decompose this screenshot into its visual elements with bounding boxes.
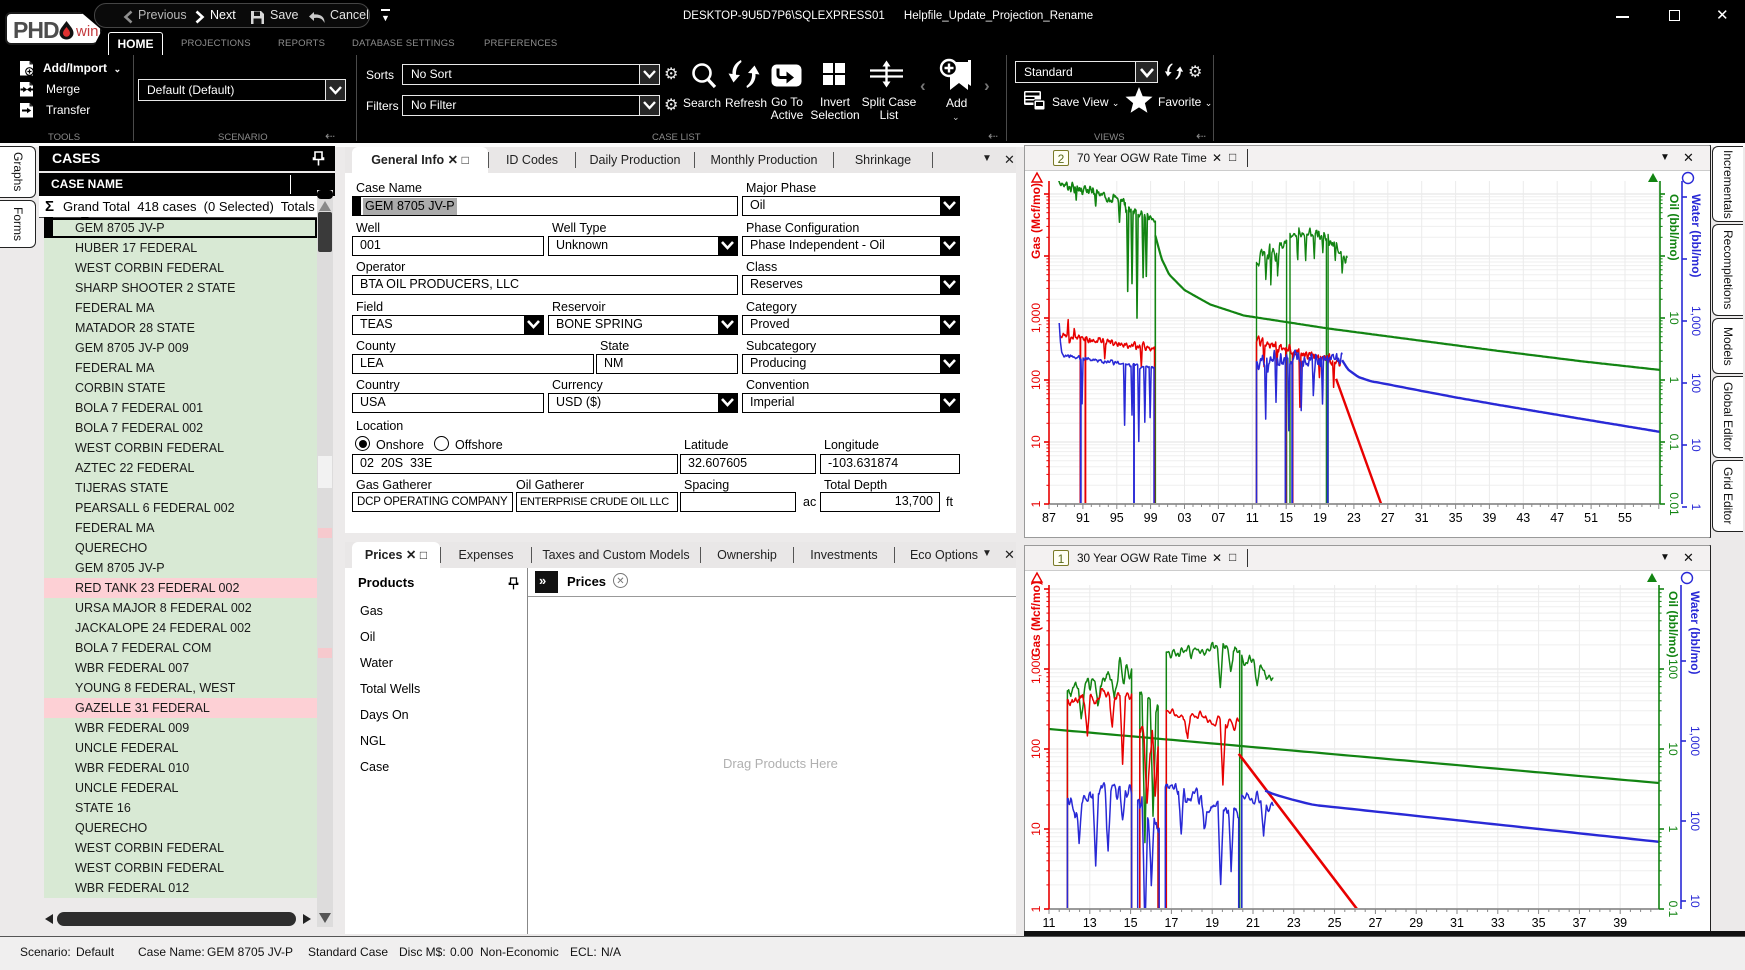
svg-text:35: 35 <box>1532 916 1546 930</box>
svg-text:47: 47 <box>1550 511 1564 525</box>
svg-text:0.01: 0.01 <box>1667 492 1681 516</box>
svg-text:100: 100 <box>1029 370 1043 390</box>
svg-text:1,000: 1,000 <box>1029 654 1043 684</box>
svg-text:21: 21 <box>1246 916 1260 930</box>
svg-text:13: 13 <box>1083 916 1097 930</box>
svg-text:Water (bbl/mo): Water (bbl/mo) <box>1688 591 1702 675</box>
svg-text:87: 87 <box>1042 511 1056 525</box>
svg-text:1,000: 1,000 <box>1029 303 1043 333</box>
svg-text:43: 43 <box>1516 511 1530 525</box>
svg-text:100: 100 <box>1029 739 1043 759</box>
svg-text:0.1: 0.1 <box>1666 901 1680 918</box>
svg-text:100: 100 <box>1666 659 1680 679</box>
svg-text:10: 10 <box>1689 438 1703 452</box>
svg-text:55: 55 <box>1618 511 1632 525</box>
svg-text:11: 11 <box>1043 916 1056 930</box>
svg-text:15: 15 <box>1279 511 1293 525</box>
svg-text:95: 95 <box>1110 511 1124 525</box>
svg-text:19: 19 <box>1313 511 1327 525</box>
svg-text:25: 25 <box>1328 916 1342 930</box>
svg-text:27: 27 <box>1381 511 1395 525</box>
svg-text:19: 19 <box>1205 916 1219 930</box>
svg-text:29: 29 <box>1409 916 1423 930</box>
svg-text:100: 100 <box>1688 811 1702 831</box>
svg-text:10: 10 <box>1029 435 1043 449</box>
svg-text:0.1: 0.1 <box>1667 434 1681 451</box>
svg-text:37: 37 <box>1572 916 1586 930</box>
svg-text:Gas (Mcf/mo): Gas (Mcf/mo) <box>1029 581 1043 657</box>
svg-text:33: 33 <box>1491 916 1505 930</box>
svg-text:Oil (bbl/mo): Oil (bbl/mo) <box>1667 194 1681 261</box>
svg-text:27: 27 <box>1368 916 1382 930</box>
svg-text:100: 100 <box>1689 373 1703 393</box>
svg-text:1: 1 <box>1689 504 1703 511</box>
svg-text:07: 07 <box>1211 511 1225 525</box>
svg-text:99: 99 <box>1144 511 1158 525</box>
svg-text:39: 39 <box>1613 916 1627 930</box>
svg-text:11: 11 <box>1246 511 1259 525</box>
svg-text:17: 17 <box>1164 916 1178 930</box>
svg-text:03: 03 <box>1178 511 1192 525</box>
svg-text:10: 10 <box>1667 311 1681 325</box>
svg-text:31: 31 <box>1415 511 1429 525</box>
svg-text:1,000: 1,000 <box>1689 306 1703 336</box>
svg-text:1: 1 <box>1029 905 1043 912</box>
svg-text:31: 31 <box>1450 916 1464 930</box>
svg-text:Oil (bbl/mo): Oil (bbl/mo) <box>1666 591 1680 658</box>
svg-text:10: 10 <box>1029 822 1043 836</box>
svg-text:39: 39 <box>1482 511 1496 525</box>
svg-text:10: 10 <box>1666 742 1680 756</box>
svg-text:91: 91 <box>1076 511 1090 525</box>
svg-text:35: 35 <box>1449 511 1463 525</box>
svg-text:1: 1 <box>1666 826 1680 833</box>
svg-text:Gas (Mcf/mo): Gas (Mcf/mo) <box>1029 183 1043 259</box>
svg-text:1: 1 <box>1029 500 1043 507</box>
svg-text:23: 23 <box>1287 916 1301 930</box>
svg-text:1: 1 <box>1667 377 1681 384</box>
svg-text:10: 10 <box>1688 894 1702 908</box>
svg-text:23: 23 <box>1347 511 1361 525</box>
svg-text:1,000: 1,000 <box>1688 726 1702 756</box>
svg-text:Water (bbl/mo): Water (bbl/mo) <box>1689 194 1703 278</box>
svg-text:51: 51 <box>1584 511 1598 525</box>
svg-text:15: 15 <box>1124 916 1138 930</box>
